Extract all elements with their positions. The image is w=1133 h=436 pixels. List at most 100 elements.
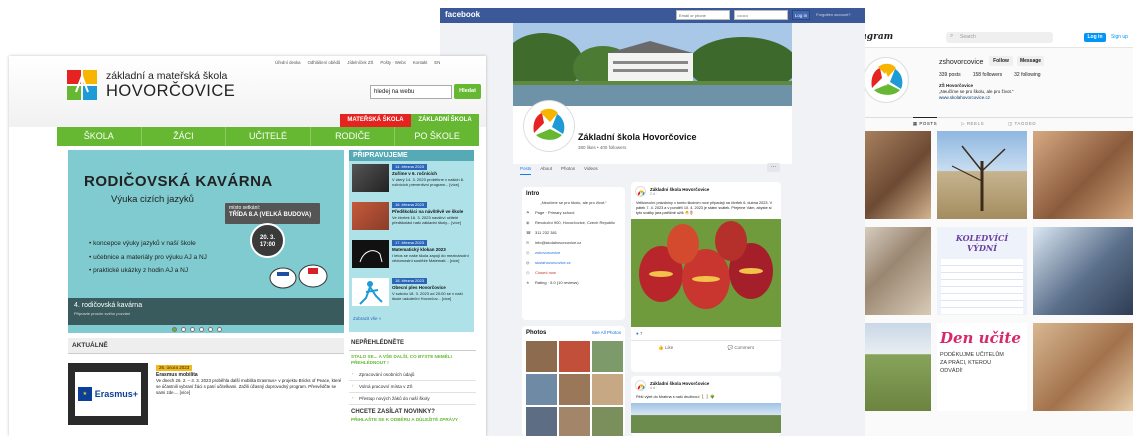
newsletter-green-text[interactable]: PŘIHLAŠTE SE K ODBĚRU A DŮLEŽITÉ ZPRÁVY bbox=[349, 416, 476, 426]
post-card: Základní škola Hovorčovice 4 d · Pěší vý… bbox=[631, 376, 781, 436]
avatar[interactable] bbox=[863, 57, 909, 103]
top-link-en[interactable]: EN bbox=[434, 60, 440, 65]
post-tile-tshirts[interactable] bbox=[1033, 227, 1133, 315]
intro-rating[interactable]: ★ Rating · 5.0 (10 reviews) bbox=[526, 280, 621, 285]
tab-posts[interactable]: Posts bbox=[520, 166, 532, 175]
event-item[interactable]: 16. března 2023 Předškoláci na návštěvě … bbox=[352, 202, 472, 238]
bio-link[interactable]: www.skolahovorcovice.cz bbox=[939, 95, 1109, 101]
post-actions: 👍 Like 💬 Comment bbox=[631, 340, 781, 355]
top-link-posty[interactable]: Pošty · Webs bbox=[380, 60, 405, 65]
tab-reels[interactable]: ▷ REELS bbox=[961, 121, 984, 127]
posts-count[interactable]: 339 posts bbox=[939, 72, 961, 78]
hero-banner[interactable]: RODIČOVSKÁ KAVÁRNA Výuka cizích jazyků m… bbox=[68, 150, 344, 333]
photo-thumb[interactable] bbox=[526, 407, 557, 436]
school-logo[interactable] bbox=[67, 70, 97, 100]
intro-instagram[interactable]: ◎ zshovorcovice bbox=[526, 250, 621, 255]
photo-thumb[interactable] bbox=[559, 407, 590, 436]
event-item[interactable]: 18. března 2023 Obecní ples Hovorčovice … bbox=[352, 278, 472, 314]
top-link-odhlaseni[interactable]: Odhlášení obědů bbox=[308, 60, 341, 65]
photo-thumb[interactable] bbox=[559, 374, 590, 405]
forgot-account-link[interactable]: Forgotten account? bbox=[816, 12, 850, 17]
intro-website[interactable]: ◍ skolahovorcovice.cz bbox=[526, 260, 621, 265]
carousel-dot[interactable] bbox=[208, 327, 213, 332]
screenshot-collage: Instagram ⌕ Search Log in Sign up zshovo… bbox=[0, 0, 1133, 436]
more-options-button[interactable]: ··· bbox=[767, 163, 780, 172]
intro-email[interactable]: ✉ info@skolahovorcovice.cz bbox=[526, 240, 621, 245]
post-time[interactable]: 4 d · bbox=[650, 386, 709, 390]
carousel-dot[interactable] bbox=[172, 327, 177, 332]
instagram-signup-link[interactable]: Sign up bbox=[1111, 34, 1128, 40]
followers-count[interactable]: 158 followers bbox=[973, 72, 1002, 78]
intro-hours[interactable]: ◷ Closed now bbox=[526, 270, 621, 275]
tab-zakladni-skola[interactable]: ZÁKLADNÍ ŠKOLA bbox=[411, 114, 479, 127]
tab-about[interactable]: About bbox=[540, 166, 552, 175]
post-image-trip[interactable] bbox=[631, 403, 781, 433]
intro-address[interactable]: ◉ Revoluční 900, Hovorčovice, Czech Repub… bbox=[526, 220, 621, 225]
news-item[interactable]: ★ Erasmus+ 26. února 2023 Erasmus mobili… bbox=[68, 363, 344, 428]
reactions-count[interactable]: ● 7 bbox=[631, 327, 781, 340]
facebook-login-button[interactable]: Log in bbox=[792, 10, 810, 20]
search-input[interactable]: hledej na webu bbox=[370, 85, 452, 99]
notice-link[interactable]: Zpracování osobních údajů bbox=[349, 369, 476, 381]
photo-thumb[interactable] bbox=[526, 374, 557, 405]
comment-icon: 💬 bbox=[727, 345, 734, 350]
post-image-easter-eggs[interactable] bbox=[631, 219, 781, 327]
nav-ucitele[interactable]: UČITELÉ bbox=[226, 127, 311, 146]
event-item[interactable]: 14. března 2023 Zuříme v 6. ročnících V … bbox=[352, 164, 472, 200]
tab-posts[interactable]: ▦ POSTS bbox=[912, 117, 938, 127]
photo-thumb[interactable] bbox=[559, 341, 590, 372]
post-tile-tree[interactable] bbox=[937, 131, 1027, 219]
search-button[interactable]: Hledat bbox=[454, 84, 481, 99]
photo-thumb[interactable] bbox=[592, 341, 623, 372]
carousel-dot[interactable] bbox=[199, 327, 204, 332]
post-tile-students[interactable] bbox=[1033, 131, 1133, 219]
photo-thumb[interactable] bbox=[592, 374, 623, 405]
nav-zaci[interactable]: ŽÁCI bbox=[142, 127, 227, 146]
message-button[interactable]: Message bbox=[1017, 56, 1044, 66]
nav-po-skole[interactable]: PO ŠKOLE bbox=[395, 127, 479, 146]
instagram-login-button[interactable]: Log in bbox=[1084, 33, 1106, 42]
post-avatar[interactable] bbox=[635, 380, 646, 391]
like-button[interactable]: 👍 Like bbox=[658, 345, 673, 351]
post-time[interactable]: 2 d · bbox=[650, 192, 709, 196]
cover-photo[interactable] bbox=[513, 23, 792, 106]
tab-videos[interactable]: Videos bbox=[584, 166, 598, 175]
photos-card: Photos See All Photos bbox=[522, 326, 625, 436]
photo-thumb[interactable] bbox=[526, 341, 557, 372]
email-field[interactable]: Email or phone bbox=[676, 10, 730, 20]
notice-green-text[interactable]: STALO SE... A VŠE DALŠÍ, CO BYSTE NEMĚLI… bbox=[349, 351, 476, 369]
post-tile-class-photo[interactable] bbox=[1033, 323, 1133, 411]
post-author[interactable]: Základní škola Hovorčovice bbox=[650, 187, 709, 192]
notice-link[interactable]: Volná pracovní místa v ZŠ bbox=[349, 381, 476, 393]
photo-thumb[interactable] bbox=[592, 407, 623, 436]
post-author[interactable]: Základní škola Hovorčovice bbox=[650, 381, 709, 386]
event-item[interactable]: 17. března 2023 Matematický klokan 2023 … bbox=[352, 240, 472, 276]
comment-button[interactable]: 💬 Comment bbox=[727, 345, 753, 351]
facebook-logo[interactable]: facebook bbox=[445, 10, 480, 19]
tab-tagged[interactable]: ◫ TAGGED bbox=[1008, 121, 1036, 127]
tab-photos[interactable]: Photos bbox=[561, 166, 575, 175]
top-link-kontakt[interactable]: Kontakt bbox=[413, 60, 428, 65]
instagram-search-input[interactable]: ⌕ Search bbox=[946, 32, 1053, 43]
post-tile-koledy[interactable]: KOLEDVÍCÍ VÝDNÍ bbox=[937, 227, 1027, 315]
nav-skola[interactable]: ŠKOLA bbox=[57, 127, 142, 146]
post-avatar[interactable] bbox=[635, 186, 646, 197]
carousel-dot[interactable] bbox=[217, 327, 222, 332]
notice-link[interactable]: Přestup nových žáků do naší školy bbox=[349, 393, 476, 405]
carousel-dot[interactable] bbox=[190, 327, 195, 332]
password-field[interactable]: •••••••• bbox=[734, 10, 788, 20]
follow-button[interactable]: Follow bbox=[989, 56, 1013, 66]
see-all-photos-link[interactable]: See All Photos bbox=[592, 330, 621, 339]
page-avatar[interactable] bbox=[524, 101, 574, 151]
top-link-uredni-deska[interactable]: Úřední deska bbox=[275, 60, 301, 65]
carousel-dot[interactable] bbox=[181, 327, 186, 332]
tab-materska-skola[interactable]: MATEŘSKÁ ŠKOLA bbox=[340, 114, 411, 127]
page-likes[interactable]: 380 likes • 400 followers bbox=[578, 145, 626, 150]
intro-phone[interactable]: ☎ 311 232 381 bbox=[526, 230, 621, 235]
show-all-link[interactable]: Zobrazit vše » bbox=[353, 316, 381, 321]
following-count[interactable]: 32 following bbox=[1014, 72, 1040, 78]
top-link-jidelnicek[interactable]: Jídelníček ZŠ bbox=[347, 60, 373, 65]
post-tile-den-ucitelu[interactable]: Den učite PODĚKUJME UČITELŮM ZA PRÁCI, K… bbox=[937, 323, 1027, 411]
event-date: 18. března 2023 bbox=[392, 278, 427, 284]
nav-rodice[interactable]: RODIČE bbox=[311, 127, 396, 146]
